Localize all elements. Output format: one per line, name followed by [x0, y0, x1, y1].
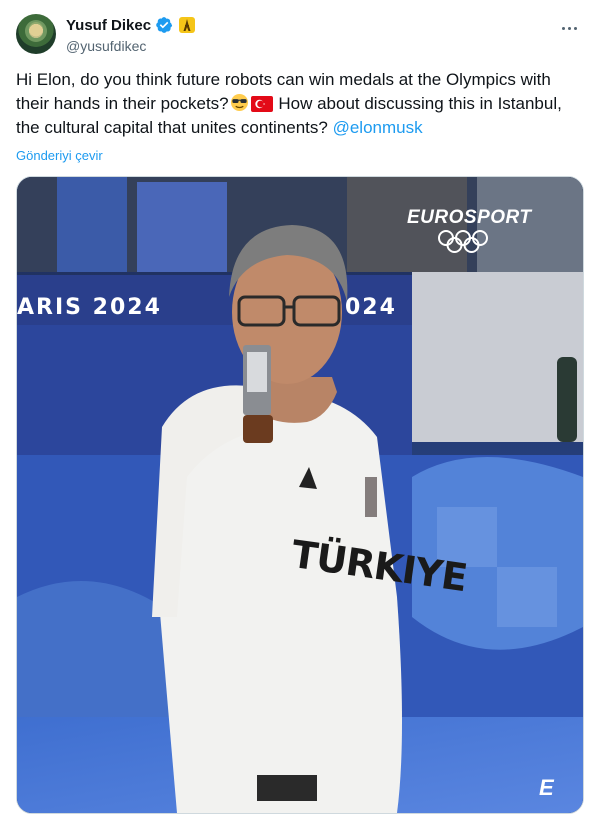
translate-post-link[interactable]: Gönderiyi çevir: [16, 148, 103, 163]
author-name-row: Yusuf Dikec: [66, 16, 196, 34]
avatar[interactable]: [16, 14, 56, 54]
tweet-media-video[interactable]: EUROSPORT ARIS 2024 024 TÜRKIYE E: [16, 176, 584, 814]
tweet-header: Yusuf Dikec @yusufdikec: [16, 14, 581, 58]
paris-2024-banner-left: ARIS 2024: [17, 295, 162, 320]
olympic-rings-icon: [438, 230, 488, 253]
eiffel-tower-icon: [179, 17, 196, 33]
tweet-text: Hi Elon, do you think future robots can …: [16, 68, 582, 140]
turkey-flag-emoji: [250, 96, 273, 112]
sunglasses-emoji: [230, 93, 248, 112]
mention-link[interactable]: @elonmusk: [333, 118, 423, 137]
eurosport-corner-icon: E: [539, 775, 554, 800]
author-handle[interactable]: @yusufdikec: [66, 38, 146, 54]
eurosport-logo: EUROSPORT: [407, 207, 532, 228]
video-frame: [17, 177, 583, 813]
more-options-icon[interactable]: [557, 16, 581, 40]
verified-badge-icon[interactable]: [155, 16, 173, 34]
author-display-name[interactable]: Yusuf Dikec: [66, 17, 151, 34]
paris-2024-banner-right: 024: [345, 295, 397, 320]
